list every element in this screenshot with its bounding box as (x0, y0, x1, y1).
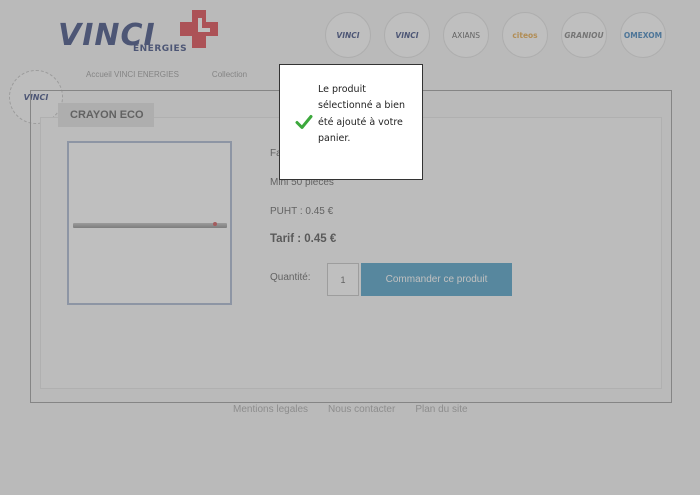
modal-message: Le produit sélectionné a bien été ajouté… (318, 84, 405, 145)
cart-confirmation-modal: Le produit sélectionné a bien été ajouté… (279, 64, 423, 180)
check-icon (295, 115, 313, 129)
